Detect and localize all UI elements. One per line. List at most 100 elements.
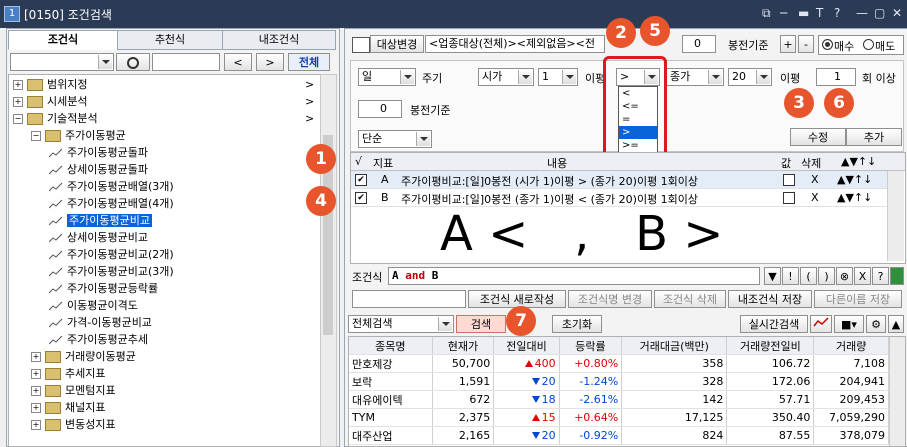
- tree-item[interactable]: 주가이동평균돌파: [49, 144, 148, 161]
- indicator-scrollbar[interactable]: [887, 171, 904, 261]
- expand-icon[interactable]: +: [31, 352, 41, 362]
- font-icon[interactable]: T: [816, 6, 823, 20]
- realtime-search-button[interactable]: 실시간검색: [740, 315, 808, 333]
- expand-icon[interactable]: +: [31, 369, 41, 379]
- search-input[interactable]: [10, 53, 114, 71]
- result-header[interactable]: 거래대금(백만): [621, 337, 728, 355]
- move-icons[interactable]: ▲▼↑↓: [837, 173, 872, 186]
- tree-folder[interactable]: + 추세지표: [31, 365, 105, 382]
- minus-button[interactable]: -: [798, 35, 814, 53]
- search-run-button[interactable]: 검색: [456, 315, 506, 333]
- bar-offset-field[interactable]: 0: [682, 35, 716, 53]
- tree-folder[interactable]: − 주가이동평균: [31, 127, 126, 144]
- tree-scrollbar[interactable]: [320, 74, 337, 447]
- maximize-icon[interactable]: ▢: [874, 6, 885, 20]
- save-as-button[interactable]: 다른이름 저장: [814, 290, 902, 308]
- tree-item[interactable]: 주가이동평균비교: [49, 212, 152, 229]
- indicator-row[interactable]: ✔ A 주가이평비교:[일]0봉전 (시가 1)이평 > (종가 20)이평 1회이…: [351, 171, 887, 189]
- row-checkbox[interactable]: ✔: [355, 174, 367, 186]
- minimize-icon[interactable]: —: [856, 6, 868, 20]
- tree-item[interactable]: 가격-이동평균비교: [49, 314, 152, 331]
- tree-folder[interactable]: + 시세분석 >: [13, 93, 314, 110]
- reset-button[interactable]: 초기화: [552, 315, 602, 333]
- tree-folder[interactable]: − 기술적분석 >: [13, 110, 314, 127]
- result-row[interactable]: 만호제강 50,700 400 +0.80% 358 106.72 7,108: [349, 354, 889, 373]
- save-condition-button[interactable]: 내조건식 저장: [728, 290, 812, 308]
- plus-button[interactable]: +: [780, 35, 796, 53]
- menu-icon[interactable]: ■▾: [834, 315, 864, 333]
- tab-conditions[interactable]: 조건식: [8, 30, 118, 50]
- help-icon[interactable]: ?: [834, 6, 840, 20]
- pin-icon[interactable]: ▬: [798, 6, 809, 20]
- condition-name-field[interactable]: [352, 290, 466, 308]
- expand-icon[interactable]: +: [31, 420, 41, 430]
- tree-item[interactable]: 주가이동평균추세: [49, 331, 148, 348]
- tree-item[interactable]: 주가이동평균비교(3개): [49, 263, 174, 280]
- tree-folder[interactable]: + 채널지표: [31, 399, 105, 416]
- tree-item[interactable]: 이동평균이격도: [49, 297, 138, 314]
- expand-icon[interactable]: −: [13, 114, 23, 124]
- formula-op-button[interactable]: (: [800, 267, 817, 285]
- search-button[interactable]: [116, 53, 150, 71]
- expand-icon[interactable]: +: [13, 80, 23, 90]
- add-button[interactable]: 추가: [846, 128, 902, 146]
- tree-item[interactable]: 주가이동평균배열(3개): [49, 178, 174, 195]
- left-price-select[interactable]: 시가: [478, 68, 534, 86]
- formula-op-button[interactable]: X: [854, 267, 871, 285]
- result-header[interactable]: 종목명: [349, 337, 433, 355]
- result-row[interactable]: TYM 2,375 15 +0.64% 17,125 350.40 7,059,290: [349, 408, 889, 427]
- tab-my-conditions[interactable]: 내조건식: [222, 30, 336, 50]
- gear-icon[interactable]: ⚙: [866, 315, 886, 333]
- scope-select[interactable]: 전체검색: [348, 315, 454, 333]
- tree-folder[interactable]: + 변동성지표: [31, 416, 116, 433]
- tree-item[interactable]: 주가이동평균배열(4개): [49, 195, 174, 212]
- expand-icon[interactable]: +: [31, 403, 41, 413]
- expand-icon[interactable]: +: [13, 97, 23, 107]
- bar2-field[interactable]: 0: [358, 100, 402, 118]
- tree-item[interactable]: 상세이동평균비교: [49, 229, 148, 246]
- result-scrollbar[interactable]: [889, 337, 905, 446]
- edit-button[interactable]: 수정: [790, 128, 846, 146]
- close-icon[interactable]: ✕: [892, 6, 902, 20]
- result-header[interactable]: 거래량: [813, 337, 889, 355]
- delete-condition-button[interactable]: 조건식 삭제: [654, 290, 726, 308]
- delete-icon[interactable]: X: [811, 191, 819, 204]
- move-icons[interactable]: ▲▼↑↓: [837, 191, 872, 204]
- tree-item[interactable]: 주가이동평균비교(2개): [49, 246, 174, 263]
- next-button[interactable]: >: [256, 53, 284, 71]
- result-row[interactable]: 대주산업 2,165 20 -0.92% 824 87.55 378,079: [349, 426, 889, 445]
- result-row[interactable]: 대유에이텍 672 18 -2.61% 142 57.71 209,453: [349, 390, 889, 409]
- mode-select[interactable]: 단순: [358, 130, 432, 148]
- left-n-select[interactable]: 1: [538, 68, 578, 86]
- result-header[interactable]: 현재가: [432, 337, 495, 355]
- stock-name[interactable]: TYM: [349, 408, 433, 427]
- indicator-row[interactable]: ✔ B 주가이평비교:[일]0봉전 (종가 1)이평 < (종가 20)이평 1회이…: [351, 189, 887, 207]
- collapse-icon[interactable]: [352, 37, 370, 53]
- formula-op-button[interactable]: ?: [872, 267, 889, 285]
- search-keyword-field[interactable]: [152, 53, 220, 71]
- sell-radio[interactable]: [863, 39, 874, 50]
- formula-op-button[interactable]: ): [818, 267, 835, 285]
- result-header[interactable]: 전일대비: [493, 337, 560, 355]
- value-checkbox[interactable]: [783, 192, 795, 204]
- right-n-select[interactable]: 20: [728, 68, 772, 86]
- tree-item[interactable]: 주가이동평균등락률: [49, 280, 158, 297]
- change-target-button[interactable]: 대상변경: [370, 35, 424, 53]
- stock-name[interactable]: 만호제강: [349, 354, 433, 373]
- tree-folder[interactable]: + 범위지정 >: [13, 76, 314, 93]
- minimize-panel-icon[interactable]: ─: [780, 6, 787, 20]
- value-checkbox[interactable]: [783, 174, 795, 186]
- chart-icon[interactable]: [810, 315, 832, 333]
- restore-icon[interactable]: ⧉: [762, 6, 771, 21]
- formula-op-button[interactable]: !: [782, 267, 799, 285]
- row-checkbox[interactable]: ✔: [355, 192, 367, 204]
- prev-button[interactable]: <: [224, 53, 252, 71]
- stock-name[interactable]: 대유에이텍: [349, 390, 433, 409]
- tree-folder[interactable]: + 거래량이동평균: [31, 348, 136, 365]
- result-header[interactable]: 거래량전일비: [726, 337, 815, 355]
- period-select[interactable]: 일: [358, 68, 416, 86]
- scroll-up-icon[interactable]: ▲: [888, 315, 904, 333]
- delete-icon[interactable]: X: [811, 173, 819, 186]
- expand-icon[interactable]: −: [31, 131, 41, 141]
- stock-name[interactable]: 대주산업: [349, 426, 433, 445]
